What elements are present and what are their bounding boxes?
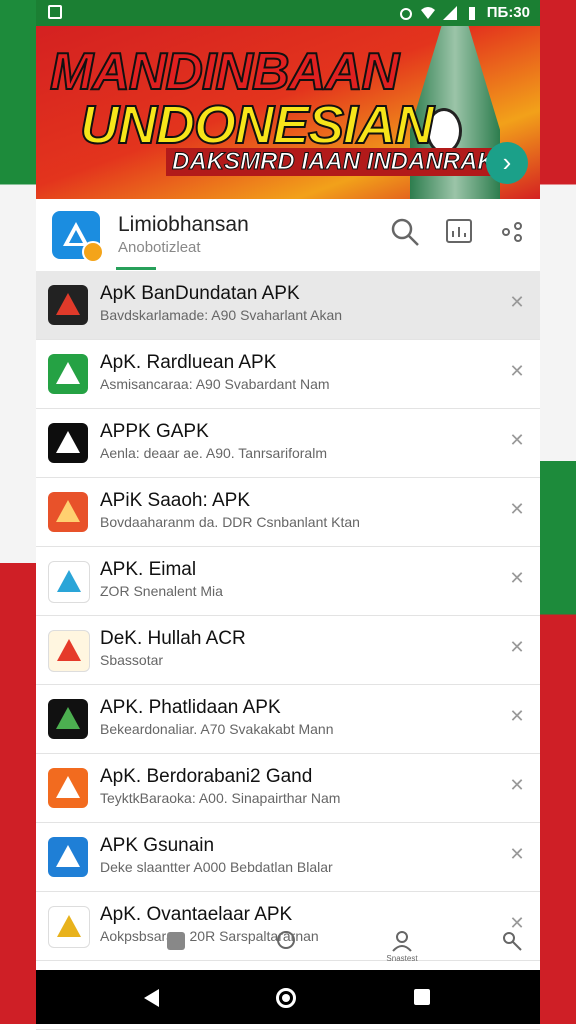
close-icon[interactable]: ✕ bbox=[508, 914, 526, 932]
apk-icon bbox=[48, 492, 88, 532]
close-icon[interactable]: ✕ bbox=[508, 776, 526, 794]
active-tab-indicator bbox=[116, 267, 156, 270]
apk-icon bbox=[48, 285, 88, 325]
apk-icon bbox=[48, 561, 90, 603]
apk-name: APK Gsunain bbox=[100, 835, 215, 856]
back-icon[interactable] bbox=[144, 989, 159, 1007]
wifi-icon bbox=[420, 6, 435, 19]
apk-name: APK. Eimal bbox=[100, 559, 197, 580]
alarm-icon bbox=[399, 7, 412, 20]
list-item[interactable]: ApK BanDundatan APK Bavdskarlamade: A90 S… bbox=[36, 271, 540, 340]
banner-title-line1: MANDINBAAN bbox=[49, 42, 400, 102]
status-bar: ПБ:30 bbox=[36, 0, 540, 26]
apk-name: APPK GAPK bbox=[100, 421, 209, 442]
battery-icon bbox=[468, 6, 475, 20]
apk-name: ApK. Berdorabani2 Gand bbox=[100, 766, 313, 787]
apk-detail: Bavdskarlamade: A90 Svaharlant Akan bbox=[100, 307, 343, 323]
list-item[interactable]: ApK. Ovantaelaar APK Aokpsbsaraa: 20R Sar… bbox=[36, 892, 540, 961]
system-nav-bar bbox=[36, 970, 540, 1024]
apk-detail: Bekeardonaliar. A70 Svakakabt Mann bbox=[100, 721, 334, 737]
list-item[interactable]: ApK. Berdorabani2 Gand TeyktkBaraoka: A00… bbox=[36, 754, 540, 823]
close-icon[interactable]: ✕ bbox=[508, 707, 526, 725]
close-icon[interactable]: ✕ bbox=[508, 845, 526, 863]
apk-detail: Aokpsbsaraa: 20R Sarspaltararnan bbox=[100, 928, 319, 944]
apk-detail: ZOR Snenalent Mia bbox=[100, 583, 223, 599]
background-right-edge bbox=[540, 0, 576, 1024]
banner-title-line2: UNDONESIAN bbox=[79, 94, 435, 156]
app-badge-icon bbox=[82, 241, 104, 263]
recent-apps-icon[interactable] bbox=[414, 989, 430, 1005]
apk-detail: Asmisancaraa: A90 Svabardant Nam bbox=[100, 376, 330, 392]
apk-name: ApK. Ovantaelaar APK bbox=[100, 904, 293, 925]
apk-icon bbox=[48, 906, 90, 948]
home-icon[interactable] bbox=[276, 988, 296, 1008]
close-icon[interactable]: ✕ bbox=[508, 500, 526, 518]
list-item[interactable]: ApK. Rardluean APK Asmisancaraa: A90 Svab… bbox=[36, 340, 540, 409]
apk-detail: Bovdaaharanm da. DDR Csnbanlant Ktan bbox=[100, 514, 360, 530]
list-item[interactable]: APK Gsunain Deke slaantter A000 Bebdatlan… bbox=[36, 823, 540, 892]
apk-icon bbox=[48, 354, 88, 394]
apk-list: ApK BanDundatan APK Bavdskarlamade: A90 S… bbox=[36, 271, 540, 1030]
apk-name: APK. Phatlidaan APK bbox=[100, 697, 281, 718]
apk-name: APiK Saaoh: APK bbox=[100, 490, 250, 511]
apk-detail: Deke slaantter A000 Bebdatlan Blalar bbox=[100, 859, 333, 875]
apk-icon bbox=[48, 837, 88, 877]
header-subtitle: Anobotizleat bbox=[118, 239, 201, 256]
apk-detail: Aenla: deaar ae. A90. Tanrsariforalm bbox=[100, 445, 327, 461]
header-title: Limiobhansan bbox=[118, 213, 249, 236]
banner-subtitle: DAKSMRD IAAN INDANRAKI bbox=[166, 148, 508, 176]
status-time: ПБ:30 bbox=[486, 4, 530, 21]
close-icon[interactable]: ✕ bbox=[508, 431, 526, 449]
apk-icon bbox=[48, 768, 88, 808]
close-icon[interactable]: ✕ bbox=[508, 362, 526, 380]
gallery-notification-icon bbox=[48, 5, 62, 19]
promo-banner[interactable]: MANDINBAAN UNDONESIAN DAKSMRD IAAN INDAN… bbox=[36, 26, 540, 199]
list-item[interactable]: DeK. Hullah ACR Sbassotar ✕ bbox=[36, 616, 540, 685]
apk-name: ApK. Rardluean APK bbox=[100, 352, 277, 373]
list-item[interactable]: APK. Eimal ZOR Snenalent Mia ✕ bbox=[36, 547, 540, 616]
apk-detail: TeyktkBaraoka: A00. Sinapairthar Nam bbox=[100, 790, 341, 806]
apk-name: DeK. Hullah ACR bbox=[100, 628, 246, 649]
apk-icon bbox=[48, 699, 88, 739]
banner-next-button[interactable]: › bbox=[486, 142, 528, 184]
search-icon[interactable] bbox=[388, 215, 422, 249]
chart-icon[interactable] bbox=[442, 215, 476, 249]
app-logo-icon bbox=[52, 211, 104, 263]
apk-icon bbox=[48, 630, 90, 672]
close-icon[interactable]: ✕ bbox=[508, 638, 526, 656]
signal-icon bbox=[442, 5, 457, 20]
app-header: Limiobhansan Anobotizleat bbox=[36, 199, 540, 272]
apk-icon bbox=[48, 423, 88, 463]
apk-name: ApK BanDundatan APK bbox=[100, 283, 300, 304]
list-item[interactable]: APiK Saaoh: APK Bovdaaharanm da. DDR Csnb… bbox=[36, 478, 540, 547]
close-icon[interactable]: ✕ bbox=[508, 293, 526, 311]
background-left-edge bbox=[0, 0, 36, 1024]
list-item[interactable]: APPK GAPK Aenla: deaar ae. A90. Tanrsarif… bbox=[36, 409, 540, 478]
list-item[interactable]: APK. Phatlidaan APK Bekeardonaliar. A70 S… bbox=[36, 685, 540, 754]
more-options-icon[interactable] bbox=[496, 215, 530, 249]
close-icon[interactable]: ✕ bbox=[508, 569, 526, 587]
apk-detail: Sbassotar bbox=[100, 652, 164, 668]
